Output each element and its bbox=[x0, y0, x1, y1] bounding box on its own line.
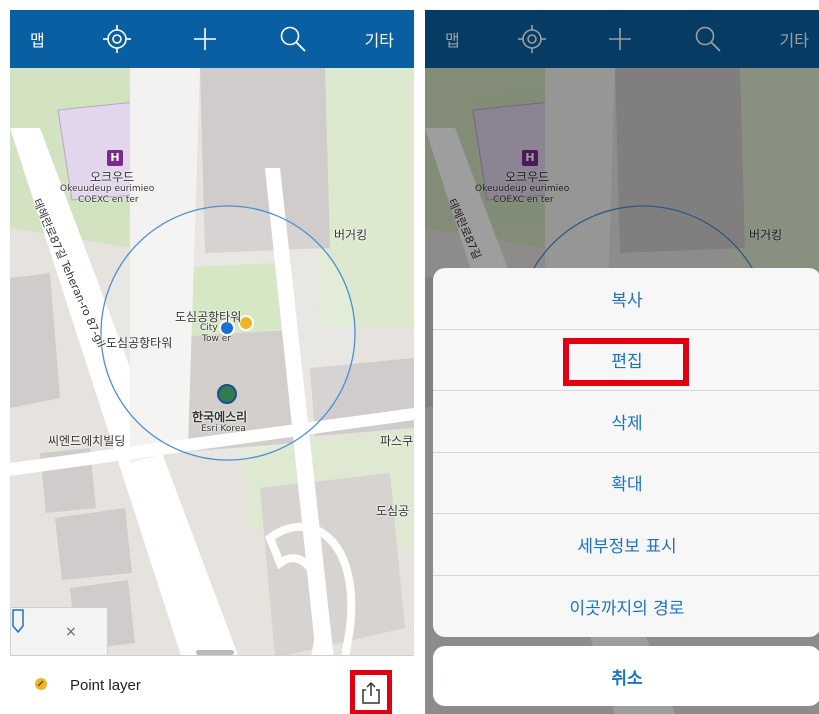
locate-icon[interactable] bbox=[101, 23, 133, 55]
add-icon[interactable] bbox=[189, 23, 221, 55]
doshim-label: 도심공 bbox=[376, 504, 410, 518]
building bbox=[55, 508, 132, 580]
action-directions[interactable]: 이곳까지의 경로 bbox=[433, 576, 819, 638]
action-sheet: 복사 편집 삭제 확대 세부정보 표시 이곳까지의 경로 bbox=[433, 268, 819, 637]
burger-king-label: 버거킹 bbox=[334, 228, 368, 242]
share-button[interactable] bbox=[350, 670, 392, 714]
action-delete[interactable]: 삭제 bbox=[433, 391, 819, 453]
hotel-label-ko: 오크우드 bbox=[90, 170, 135, 184]
left-screen: 맵 기타 H 오크우드 Okeuudeup eurimieo COEXC en … bbox=[10, 10, 414, 714]
point-layer-icon bbox=[34, 676, 48, 695]
top-nav-bar: 맵 기타 bbox=[10, 10, 414, 68]
action-show-details[interactable]: 세부정보 표시 bbox=[433, 514, 819, 576]
highlight-box bbox=[563, 337, 689, 386]
action-zoom[interactable]: 확대 bbox=[433, 453, 819, 514]
more-menu-button[interactable]: 기타 bbox=[365, 27, 394, 51]
hotel-label-en1: Okeuudeup eurimieo bbox=[60, 184, 155, 194]
action-edit[interactable]: 편집 bbox=[433, 330, 819, 391]
search-icon[interactable] bbox=[277, 23, 309, 55]
map-menu-button[interactable]: 맵 bbox=[30, 27, 45, 51]
pascucci-label: 파스쿠 bbox=[380, 434, 414, 448]
drag-handle[interactable] bbox=[196, 650, 234, 655]
tower-label-en: Tow er bbox=[202, 334, 231, 344]
share-icon bbox=[362, 681, 380, 704]
esri-korea-label-en: Esri Korea bbox=[201, 424, 246, 434]
layer-name: Point layer bbox=[70, 676, 141, 694]
feature-bottom-panel: Point layer bbox=[10, 650, 414, 714]
layer-tab-chip[interactable]: × bbox=[10, 607, 108, 655]
city-label: City bbox=[200, 323, 218, 333]
close-icon[interactable]: × bbox=[65, 624, 77, 640]
map-view[interactable]: H 오크우드 Okeuudeup eurimieo COEXC en ter 테… bbox=[10, 68, 414, 714]
hotel-icon: H bbox=[107, 150, 123, 166]
building-label: 씨엔드에치빌딩 bbox=[48, 434, 126, 448]
esri-korea-label-ko: 한국에스리 bbox=[192, 410, 248, 424]
right-screen: 맵 기타 H 오크우드 Okeuudeup eurimieo COEXC en … bbox=[425, 10, 819, 714]
tower-label-left: 도심공항타워 bbox=[106, 336, 173, 350]
esri-globe-icon bbox=[217, 384, 237, 404]
action-copy[interactable]: 복사 bbox=[433, 268, 819, 330]
hotel-label-en2: COEXC en ter bbox=[78, 195, 139, 205]
cancel-button[interactable]: 취소 bbox=[433, 646, 819, 706]
